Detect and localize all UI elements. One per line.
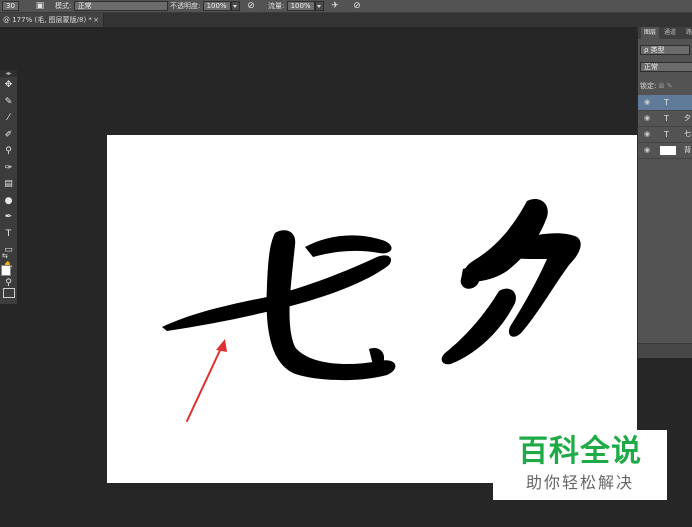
- close-icon[interactable]: ×: [93, 13, 99, 27]
- clone-stamp-tool-icon[interactable]: ⚲: [0, 143, 17, 160]
- flow-dropdown-arrow[interactable]: [314, 1, 324, 11]
- text-layer-icon: T: [664, 114, 669, 123]
- history-brush-tool-icon[interactable]: ✑: [0, 160, 17, 177]
- layer-row[interactable]: ◉ T: [638, 95, 692, 111]
- blend-mode-row: 正常: [640, 62, 692, 72]
- watermark: 百科全说 助你轻松解决: [493, 430, 667, 500]
- layer-thumbnail: [660, 146, 676, 155]
- options-bar: 30 ▣ 模式: 正常 不透明度: 100% ⊘ 流量: 100% ✈ ⊘: [0, 0, 692, 13]
- pressure-size-icon[interactable]: ⊘: [352, 1, 362, 11]
- flow-control: 流量: 100%: [268, 1, 324, 11]
- document-tab-bar: @ 177% (毛, 图层蒙版/8) * ×: [0, 13, 692, 27]
- layer-row[interactable]: ◉ T 七: [638, 127, 692, 143]
- opacity-label: 不透明度:: [170, 2, 201, 10]
- mode-dropdown[interactable]: 正常: [73, 1, 168, 11]
- lock-label: 锁定:: [640, 82, 657, 90]
- blend-mode-dropdown[interactable]: 正常: [640, 62, 692, 72]
- foreground-color-swatch[interactable]: [1, 265, 11, 276]
- layer-name: 背: [684, 146, 691, 154]
- document-tab-title: @ 177% (毛, 图层蒙版/8) *: [3, 16, 92, 24]
- airbrush-toggle[interactable]: ✈: [330, 1, 340, 11]
- panel-bottom-bar: [638, 343, 692, 358]
- watermark-title: 百科全说: [518, 434, 642, 469]
- pressure-opacity-toggle[interactable]: ⊘: [246, 1, 256, 11]
- pen-tool-icon[interactable]: ✒: [0, 209, 17, 226]
- pressure-opacity-icon[interactable]: ⊘: [246, 1, 256, 11]
- quick-selection-tool-icon[interactable]: ✎: [0, 94, 17, 111]
- mode-label: 模式:: [55, 2, 72, 10]
- toolbox: ◂▸ ✥✎⁄✐⚲✑▤●✒T▭✋⚲ ⇆: [0, 70, 18, 304]
- airbrush-icon[interactable]: ✈: [330, 1, 340, 11]
- tab-layers[interactable]: 图层: [641, 27, 660, 39]
- xi-sweep-stroke: [441, 288, 516, 365]
- brush-size-control[interactable]: 30: [2, 1, 19, 11]
- layer-name: 夕: [684, 114, 691, 122]
- xi-right-hook: [505, 233, 581, 337]
- gradient-tool-icon[interactable]: ▤: [0, 176, 17, 193]
- visibility-eye-icon[interactable]: ◉: [644, 127, 650, 142]
- layers-panel: 图层 通道 路 ρ 类型 正常 锁定: ⊠ ✎ ◉ T ◉ T 夕 ◉ T 七 ◉ 背: [637, 27, 692, 358]
- opacity-control: 不透明度: 100%: [170, 1, 240, 11]
- tab-paths[interactable]: 路: [686, 27, 692, 39]
- qi-upper-flick: [305, 235, 392, 257]
- brush-panel-toggle[interactable]: ▣: [35, 1, 45, 11]
- lock-row: 锁定: ⊠ ✎: [640, 81, 673, 91]
- layer-row[interactable]: ◉ T 夕: [638, 111, 692, 127]
- layer-name: 七: [684, 130, 691, 138]
- lock-paint-icon[interactable]: ✎: [667, 82, 673, 90]
- document-tab[interactable]: @ 177% (毛, 图层蒙版/8) * ×: [0, 13, 104, 27]
- type-tool-icon[interactable]: T: [0, 226, 17, 243]
- opacity-dropdown-arrow[interactable]: [230, 1, 240, 11]
- brush-size-field[interactable]: 30: [2, 1, 19, 11]
- opacity-field[interactable]: 100%: [202, 1, 231, 11]
- visibility-eye-icon[interactable]: ◉: [644, 95, 650, 110]
- text-layer-icon: T: [664, 98, 669, 107]
- flow-field[interactable]: 100%: [286, 1, 315, 11]
- quick-mask-icon[interactable]: [3, 288, 15, 298]
- toolbox-grip[interactable]: ◂▸: [0, 70, 17, 77]
- layer-filter-dropdown[interactable]: ρ 类型: [640, 45, 690, 55]
- flow-label: 流量:: [268, 2, 285, 10]
- visibility-eye-icon[interactable]: ◉: [644, 143, 650, 158]
- move-tool-icon[interactable]: ✥: [0, 77, 17, 94]
- swap-colors-icon[interactable]: ⇆: [2, 252, 8, 260]
- dodge-tool-icon[interactable]: ●: [0, 193, 17, 210]
- visibility-eye-icon[interactable]: ◉: [644, 111, 650, 126]
- panel-tabs: 图层 通道 路: [638, 27, 692, 39]
- eyedropper-tool-icon[interactable]: ⁄: [0, 110, 17, 127]
- mode-control: 模式: 正常: [55, 1, 168, 11]
- layer-filter-row: ρ 类型: [640, 45, 690, 55]
- brush-panel-icon[interactable]: ▣: [35, 1, 45, 11]
- pressure-size-toggle[interactable]: ⊘: [352, 1, 362, 11]
- text-layer-icon: T: [664, 130, 669, 139]
- lock-transparent-icon[interactable]: ⊠: [659, 82, 665, 90]
- watermark-subtitle: 助你轻松解决: [525, 473, 634, 492]
- layer-row[interactable]: ◉ 背: [638, 143, 692, 159]
- brush-tool-icon[interactable]: ✐: [0, 127, 17, 144]
- tab-channels[interactable]: 通道: [664, 27, 676, 39]
